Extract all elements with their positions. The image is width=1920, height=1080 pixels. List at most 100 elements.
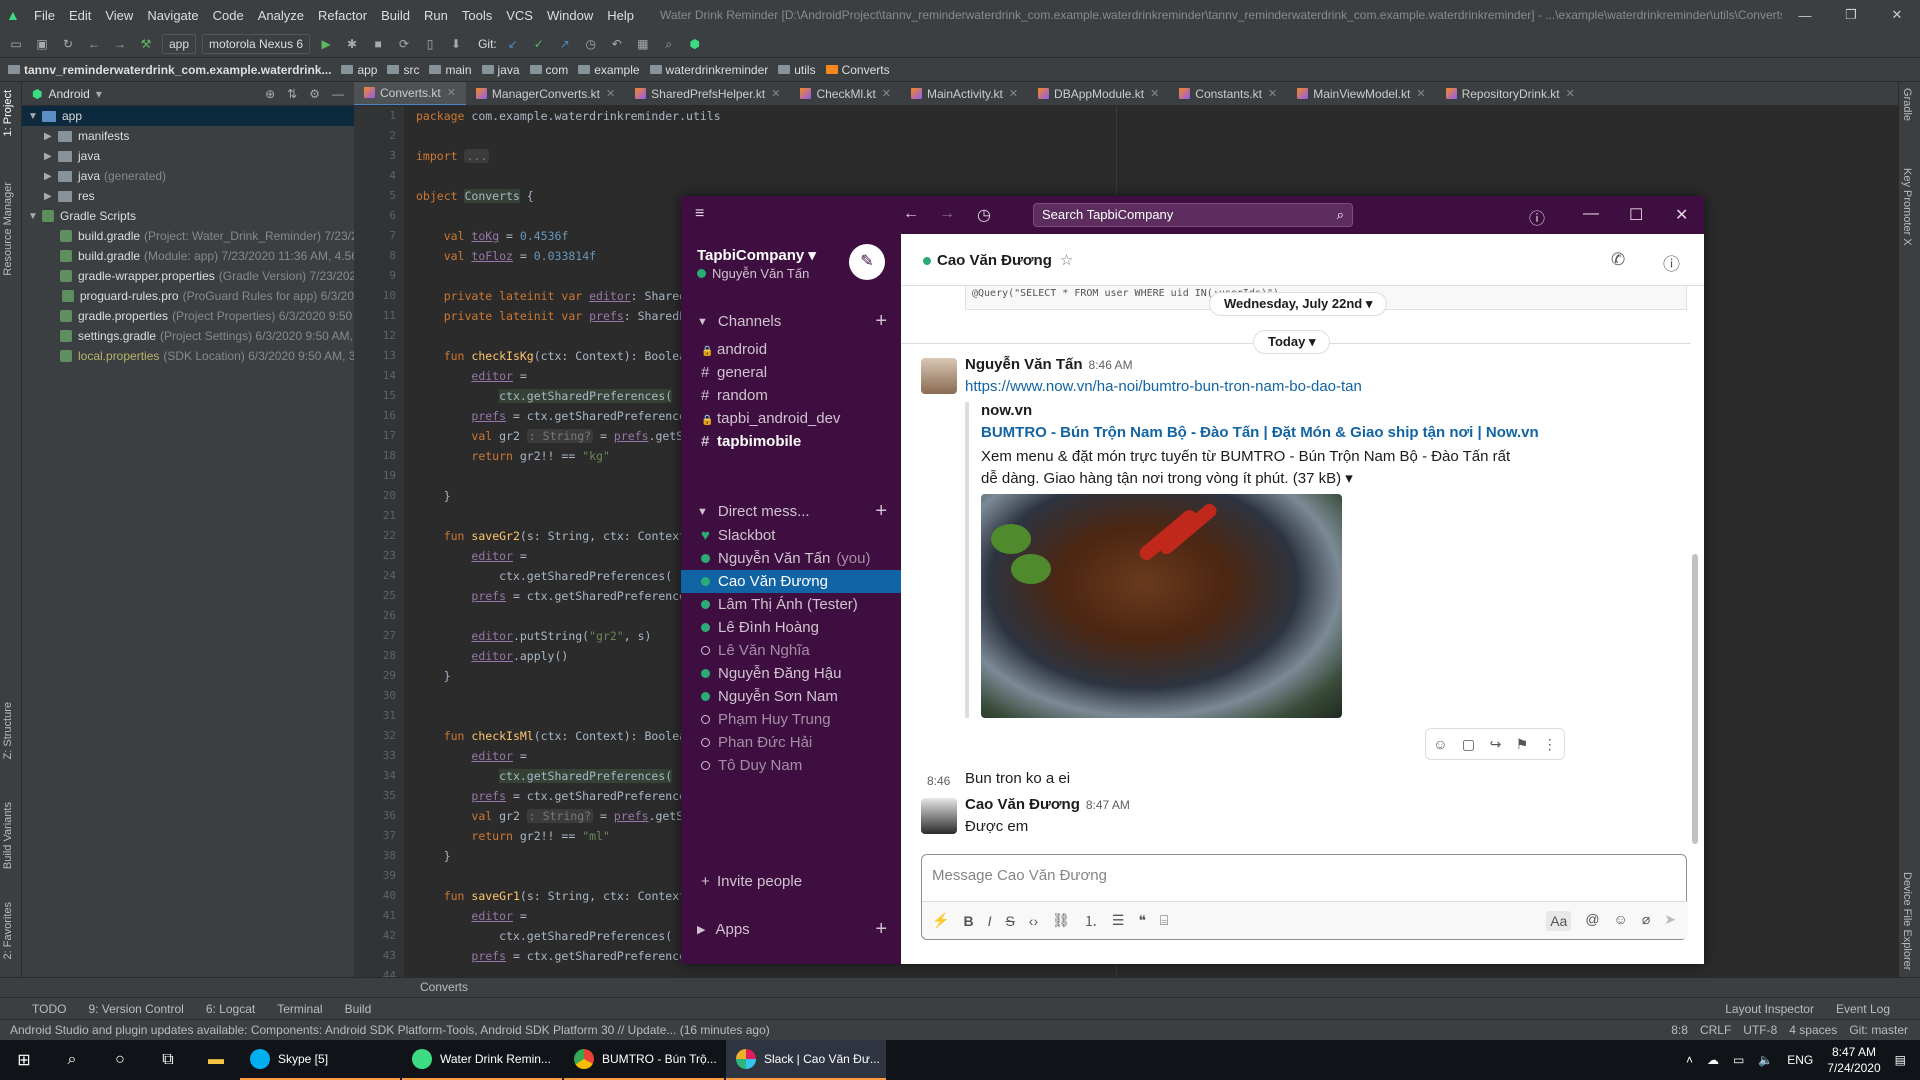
share-icon[interactable]: ↪ bbox=[1490, 736, 1502, 753]
save-icon[interactable]: ▣ bbox=[32, 35, 52, 53]
breadcrumb-converts[interactable]: Converts bbox=[825, 63, 890, 77]
tab-shared-prefs-helper[interactable]: SharedPrefsHelper.kt ✕ bbox=[625, 82, 790, 105]
tab-converts[interactable]: Converts.kt ✕ bbox=[354, 82, 466, 105]
tree-item[interactable]: ▶ java bbox=[22, 146, 354, 166]
message-composer[interactable]: Message Cao Văn Đương ⚡ B I S ‹› ⛓ ⒈ ☰ ❝… bbox=[921, 854, 1688, 940]
message-scrollbar[interactable] bbox=[1692, 554, 1698, 844]
link-icon[interactable]: ⛓ bbox=[1052, 912, 1070, 929]
sidebar-dm[interactable]: Phan Đức Hải bbox=[681, 731, 901, 754]
tree-expander-icon[interactable]: ▶ bbox=[44, 151, 58, 162]
menu-edit[interactable]: Edit bbox=[69, 8, 91, 23]
tool-favorites[interactable]: 2: Favorites bbox=[2, 902, 14, 959]
tree-expander-icon[interactable]: ▶ bbox=[44, 131, 58, 142]
menu-analyze[interactable]: Analyze bbox=[258, 8, 304, 23]
tab-main-activity[interactable]: MainActivity.kt ✕ bbox=[901, 82, 1028, 105]
tree-item[interactable]: ▶ manifests bbox=[22, 126, 354, 146]
italic-icon[interactable]: I bbox=[988, 913, 992, 929]
formatting-toggle[interactable]: Aa bbox=[1546, 910, 1572, 931]
status-cursor-pos[interactable]: 8:8 bbox=[1671, 1023, 1688, 1037]
collapse-icon[interactable]: ⇅ bbox=[287, 87, 297, 101]
compose-button[interactable]: ✎ bbox=[849, 244, 885, 280]
search-icon[interactable]: ⌕ bbox=[48, 1040, 96, 1080]
tree-item[interactable]: ▶ java (generated) bbox=[22, 166, 354, 186]
sidebar-channel-general[interactable]: # general bbox=[681, 361, 901, 384]
bookmark-icon[interactable]: ⚑ bbox=[1516, 736, 1529, 753]
run-icon[interactable]: ▶ bbox=[316, 35, 336, 53]
code-icon[interactable]: ‹› bbox=[1029, 913, 1038, 929]
git-push-icon[interactable]: ↗ bbox=[555, 35, 575, 53]
sidebar-dm[interactable]: Lê Văn Nghĩa bbox=[681, 639, 901, 662]
close-icon[interactable]: ✕ bbox=[1675, 205, 1688, 225]
taskbar-app-slack[interactable]: Slack | Cao Văn Đư... bbox=[726, 1040, 886, 1080]
sidebar-channel-android[interactable]: 🔒 android bbox=[681, 338, 901, 361]
cortana-icon[interactable]: ○ bbox=[96, 1040, 144, 1080]
add-app-icon[interactable]: + bbox=[875, 918, 887, 941]
menu-file[interactable]: File bbox=[34, 8, 55, 23]
project-view-select[interactable]: Android bbox=[48, 87, 89, 101]
restore-icon[interactable]: ❐ bbox=[1828, 7, 1874, 23]
info-icon[interactable]: ⓘ bbox=[1663, 250, 1680, 275]
tool-event-log[interactable]: Event Log bbox=[1836, 1002, 1890, 1016]
sidebar-dm[interactable]: Lê Đình Hoàng bbox=[681, 616, 901, 639]
hammer-icon[interactable]: ⚒ bbox=[136, 35, 156, 53]
reply-thread-icon[interactable]: ▢ bbox=[1462, 736, 1475, 753]
bold-icon[interactable]: B bbox=[963, 913, 973, 929]
message-author[interactable]: Cao Văn Đương 8:47 AM bbox=[965, 796, 1130, 813]
sdk-manager-icon[interactable]: ⬇ bbox=[446, 35, 466, 53]
menu-code[interactable]: Code bbox=[213, 8, 244, 23]
breadcrumb-waterdrinkreminder[interactable]: waterdrinkreminder bbox=[649, 63, 768, 77]
quote-icon[interactable]: ❝ bbox=[1138, 912, 1146, 929]
star-icon[interactable]: ☆ bbox=[1060, 252, 1073, 269]
sync-gradle-icon[interactable]: ⟳ bbox=[394, 35, 414, 53]
sidebar-dm[interactable]: Phạm Huy Trung bbox=[681, 708, 901, 731]
mention-icon[interactable]: @ bbox=[1585, 911, 1599, 931]
minimize-icon[interactable]: — bbox=[1782, 8, 1828, 23]
git-commit-icon[interactable]: ✓ bbox=[529, 35, 549, 53]
volume-icon[interactable]: 🔈 bbox=[1758, 1053, 1773, 1067]
bullet-list-icon[interactable]: ☰ bbox=[1112, 912, 1125, 929]
slack-search-input[interactable]: Search TapbiCompany ⌕ bbox=[1033, 203, 1353, 227]
message-author[interactable]: Nguyễn Văn Tấn 8:46 AM bbox=[965, 356, 1133, 373]
debug-icon[interactable]: ✱ bbox=[342, 35, 362, 53]
breadcrumb-src[interactable]: src bbox=[387, 63, 419, 77]
add-dm-icon[interactable]: + bbox=[875, 500, 887, 523]
channels-header[interactable]: ▼ Channels + bbox=[697, 310, 887, 333]
menu-vcs[interactable]: VCS bbox=[506, 8, 533, 23]
breadcrumb-project[interactable]: tannv_reminderwaterdrink_com.example.wat… bbox=[8, 63, 331, 77]
taskbar-app-android-studio[interactable]: Water Drink Remin... bbox=[402, 1040, 562, 1080]
phone-icon[interactable]: ✆ bbox=[1611, 250, 1625, 270]
chevron-up-icon[interactable]: ˄ bbox=[1686, 1053, 1693, 1067]
today-divider-pill[interactable]: Today ▾ bbox=[1253, 330, 1331, 354]
project-structure-icon[interactable]: ▦ bbox=[633, 35, 653, 53]
tree-item[interactable]: proguard-rules.pro (ProGuard Rules for ap… bbox=[22, 286, 354, 306]
tool-structure[interactable]: Z: Structure bbox=[2, 702, 14, 759]
search-everywhere-icon[interactable]: ⌕ bbox=[659, 35, 679, 53]
tab-constants[interactable]: Constants.kt ✕ bbox=[1169, 82, 1287, 105]
menu-navigate[interactable]: Navigate bbox=[147, 8, 198, 23]
tab-checkml[interactable]: CheckMl.kt ✕ bbox=[790, 82, 901, 105]
tool-key-promoter[interactable]: Key Promoter X bbox=[1901, 168, 1913, 246]
channel-title[interactable]: Cao Văn Đương ☆ bbox=[923, 251, 1073, 269]
breadcrumb-com[interactable]: com bbox=[529, 63, 568, 77]
tree-item[interactable]: build.gradle (Module: app) 7/23/2020 11:3… bbox=[22, 246, 354, 266]
tree-item[interactable]: build.gradle (Project: Water_Drink_Remind… bbox=[22, 226, 354, 246]
device-select[interactable]: motorola Nexus 6 bbox=[202, 33, 311, 54]
menu-build[interactable]: Build bbox=[381, 8, 410, 23]
emoji-icon[interactable]: ☺ bbox=[1614, 911, 1628, 931]
tree-expander-icon[interactable]: ▼ bbox=[28, 111, 42, 122]
menu-view[interactable]: View bbox=[105, 8, 133, 23]
clock[interactable]: 8:47 AM 7/24/2020 bbox=[1827, 1044, 1880, 1076]
tool-version-control[interactable]: 9: Version Control bbox=[88, 1002, 183, 1016]
ordered-list-icon[interactable]: ⒈ bbox=[1084, 911, 1098, 931]
history-icon[interactable]: ◷ bbox=[977, 205, 991, 225]
gear-icon[interactable]: ⚙ bbox=[309, 87, 320, 101]
notifications-icon[interactable]: ▤ bbox=[1895, 1053, 1906, 1067]
strikethrough-icon[interactable]: S bbox=[1005, 913, 1014, 929]
send-icon[interactable]: ➤ bbox=[1664, 911, 1676, 931]
message-time[interactable]: 8:46 bbox=[927, 774, 950, 788]
stop-icon[interactable]: ■ bbox=[368, 35, 388, 53]
back-icon[interactable]: ← bbox=[84, 35, 104, 53]
tool-project[interactable]: 1: Project bbox=[2, 90, 14, 136]
workspace-name[interactable]: TapbiCompany ▾ bbox=[697, 246, 816, 264]
tree-expander-icon[interactable]: ▼ bbox=[28, 211, 42, 222]
